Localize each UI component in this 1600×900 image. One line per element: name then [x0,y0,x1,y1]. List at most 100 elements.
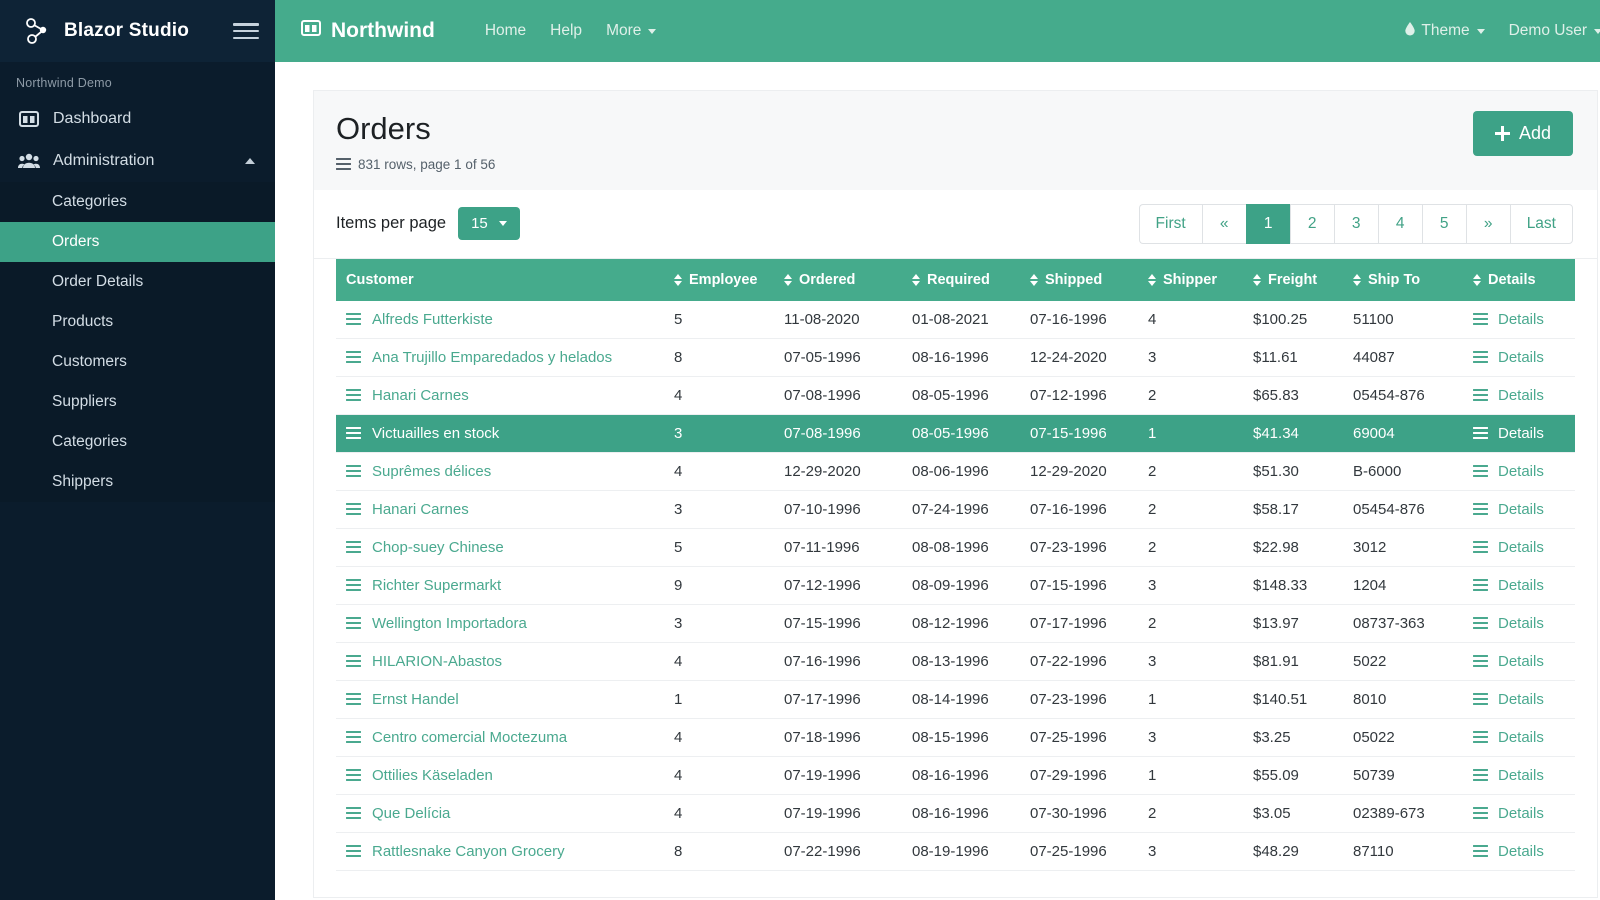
table-row[interactable]: Ana Trujillo Emparedados y helados807-05… [336,338,1575,376]
sidebar-subitem-categories-2[interactable]: Categories [0,422,275,462]
sidebar-subitem-order-details[interactable]: Order Details [0,262,275,302]
cell-ordered: 07-10-1996 [776,490,904,528]
details-link[interactable]: Details [1473,463,1567,480]
details-link[interactable]: Details [1473,843,1567,860]
sort-icon[interactable] [1148,273,1157,287]
customer-link[interactable]: Richter Supermarkt [346,577,658,594]
column-header-ship-to[interactable]: Ship To [1345,259,1465,301]
customer-link[interactable]: Ernst Handel [346,691,658,708]
details-link[interactable]: Details [1473,653,1567,670]
details-link[interactable]: Details [1473,425,1567,442]
table-row[interactable]: Rattlesnake Canyon Grocery807-22-199608-… [336,832,1575,870]
sort-icon[interactable] [1473,273,1482,287]
items-per-page-select[interactable]: 15 [458,207,520,240]
customer-link[interactable]: Centro comercial Moctezuma [346,729,658,746]
topbar-brand[interactable]: Northwind [301,19,435,43]
table-row[interactable]: Que Delícia407-19-199608-16-199607-30-19… [336,794,1575,832]
sidebar-subitem-products[interactable]: Products [0,302,275,342]
column-header-details[interactable]: Details [1465,259,1575,301]
sidebar-item-administration[interactable]: Administration [0,140,275,182]
details-link[interactable]: Details [1473,691,1567,708]
customer-link[interactable]: Alfreds Futterkiste [346,311,658,328]
sidebar-subitem-categories[interactable]: Categories [0,182,275,222]
column-header-customer[interactable]: Customer [336,259,666,301]
details-link[interactable]: Details [1473,539,1567,556]
customer-link[interactable]: Ana Trujillo Emparedados y helados [346,349,658,366]
table-row[interactable]: Richter Supermarkt907-12-199608-09-19960… [336,566,1575,604]
column-header-shipper[interactable]: Shipper [1140,259,1245,301]
topbar-link-home[interactable]: Home [473,16,538,46]
customer-link[interactable]: Victuailles en stock [346,425,658,442]
hamburger-icon[interactable] [233,21,259,41]
details-link[interactable]: Details [1473,501,1567,518]
sidebar-subitem-shippers[interactable]: Shippers [0,462,275,502]
page-last-button[interactable]: Last [1510,204,1573,244]
sidebar-subitem-suppliers[interactable]: Suppliers [0,382,275,422]
cell-required: 08-15-1996 [904,718,1022,756]
column-header-shipped[interactable]: Shipped [1022,259,1140,301]
sort-icon[interactable] [912,273,921,287]
add-button[interactable]: Add [1473,111,1573,156]
table-row[interactable]: Hanari Carnes407-08-199608-05-199607-12-… [336,376,1575,414]
network-nodes-icon [22,16,52,46]
table-row[interactable]: Suprêmes délices412-29-202008-06-199612-… [336,452,1575,490]
table-row[interactable]: Chop-suey Chinese507-11-199608-08-199607… [336,528,1575,566]
customer-link[interactable]: Ottilies Käseladen [346,767,658,784]
cell-freight: $13.97 [1245,604,1345,642]
customer-link[interactable]: Rattlesnake Canyon Grocery [346,843,658,860]
page-3-button[interactable]: 3 [1334,204,1378,244]
page-next-button[interactable]: » [1466,204,1510,244]
table-row[interactable]: Ottilies Käseladen407-19-199608-16-19960… [336,756,1575,794]
sort-icon[interactable] [674,273,683,287]
page-5-button[interactable]: 5 [1422,204,1466,244]
table-row[interactable]: Centro comercial Moctezuma407-18-199608-… [336,718,1575,756]
page-4-button[interactable]: 4 [1378,204,1422,244]
customer-link[interactable]: Hanari Carnes [346,387,658,404]
customer-link[interactable]: HILARION-Abastos [346,653,658,670]
topbar: Northwind Home Help More Theme Demo User [275,0,1600,62]
table-row[interactable]: Alfreds Futterkiste511-08-202001-08-2021… [336,301,1575,339]
customer-link[interactable]: Chop-suey Chinese [346,539,658,556]
details-link[interactable]: Details [1473,311,1567,328]
details-link[interactable]: Details [1473,615,1567,632]
topbar-link-more[interactable]: More [594,16,668,46]
details-link[interactable]: Details [1473,387,1567,404]
topbar-link-help[interactable]: Help [538,16,594,46]
column-header-ordered[interactable]: Ordered [776,259,904,301]
cell-ship-to: 08737-363 [1345,604,1465,642]
cell-required: 08-05-1996 [904,414,1022,452]
sidebar-subitem-orders[interactable]: Orders [0,222,275,262]
theme-menu[interactable]: Theme [1392,15,1496,47]
sort-icon[interactable] [1030,273,1039,287]
customer-link[interactable]: Hanari Carnes [346,501,658,518]
page-prev-button[interactable]: « [1202,204,1246,244]
chevron-up-icon[interactable] [245,158,255,164]
sidebar-item-dashboard[interactable]: Dashboard [0,98,275,140]
details-link[interactable]: Details [1473,349,1567,366]
table-row[interactable]: HILARION-Abastos407-16-199608-13-199607-… [336,642,1575,680]
details-link[interactable]: Details [1473,805,1567,822]
page-first-button[interactable]: First [1139,204,1202,244]
details-link[interactable]: Details [1473,767,1567,784]
column-header-employee[interactable]: Employee [666,259,776,301]
list-icon [346,427,361,439]
details-link[interactable]: Details [1473,729,1567,746]
sidebar-subitem-customers[interactable]: Customers [0,342,275,382]
customer-link[interactable]: Wellington Importadora [346,615,658,632]
column-header-freight[interactable]: Freight [1245,259,1345,301]
sort-icon[interactable] [1253,273,1262,287]
customer-link[interactable]: Que Delícia [346,805,658,822]
column-header-required[interactable]: Required [904,259,1022,301]
table-row[interactable]: Wellington Importadora307-15-199608-12-1… [336,604,1575,642]
table-row[interactable]: Ernst Handel107-17-199608-14-199607-23-1… [336,680,1575,718]
details-link[interactable]: Details [1473,577,1567,594]
sort-icon[interactable] [784,273,793,287]
cell-ship-to: 69004 [1345,414,1465,452]
customer-link[interactable]: Suprêmes délices [346,463,658,480]
table-row[interactable]: Victuailles en stock307-08-199608-05-199… [336,414,1575,452]
page-1-button[interactable]: 1 [1246,204,1290,244]
sort-icon[interactable] [1353,273,1362,287]
page-2-button[interactable]: 2 [1290,204,1334,244]
user-menu[interactable]: Demo User [1497,16,1600,46]
table-row[interactable]: Hanari Carnes307-10-199607-24-199607-16-… [336,490,1575,528]
